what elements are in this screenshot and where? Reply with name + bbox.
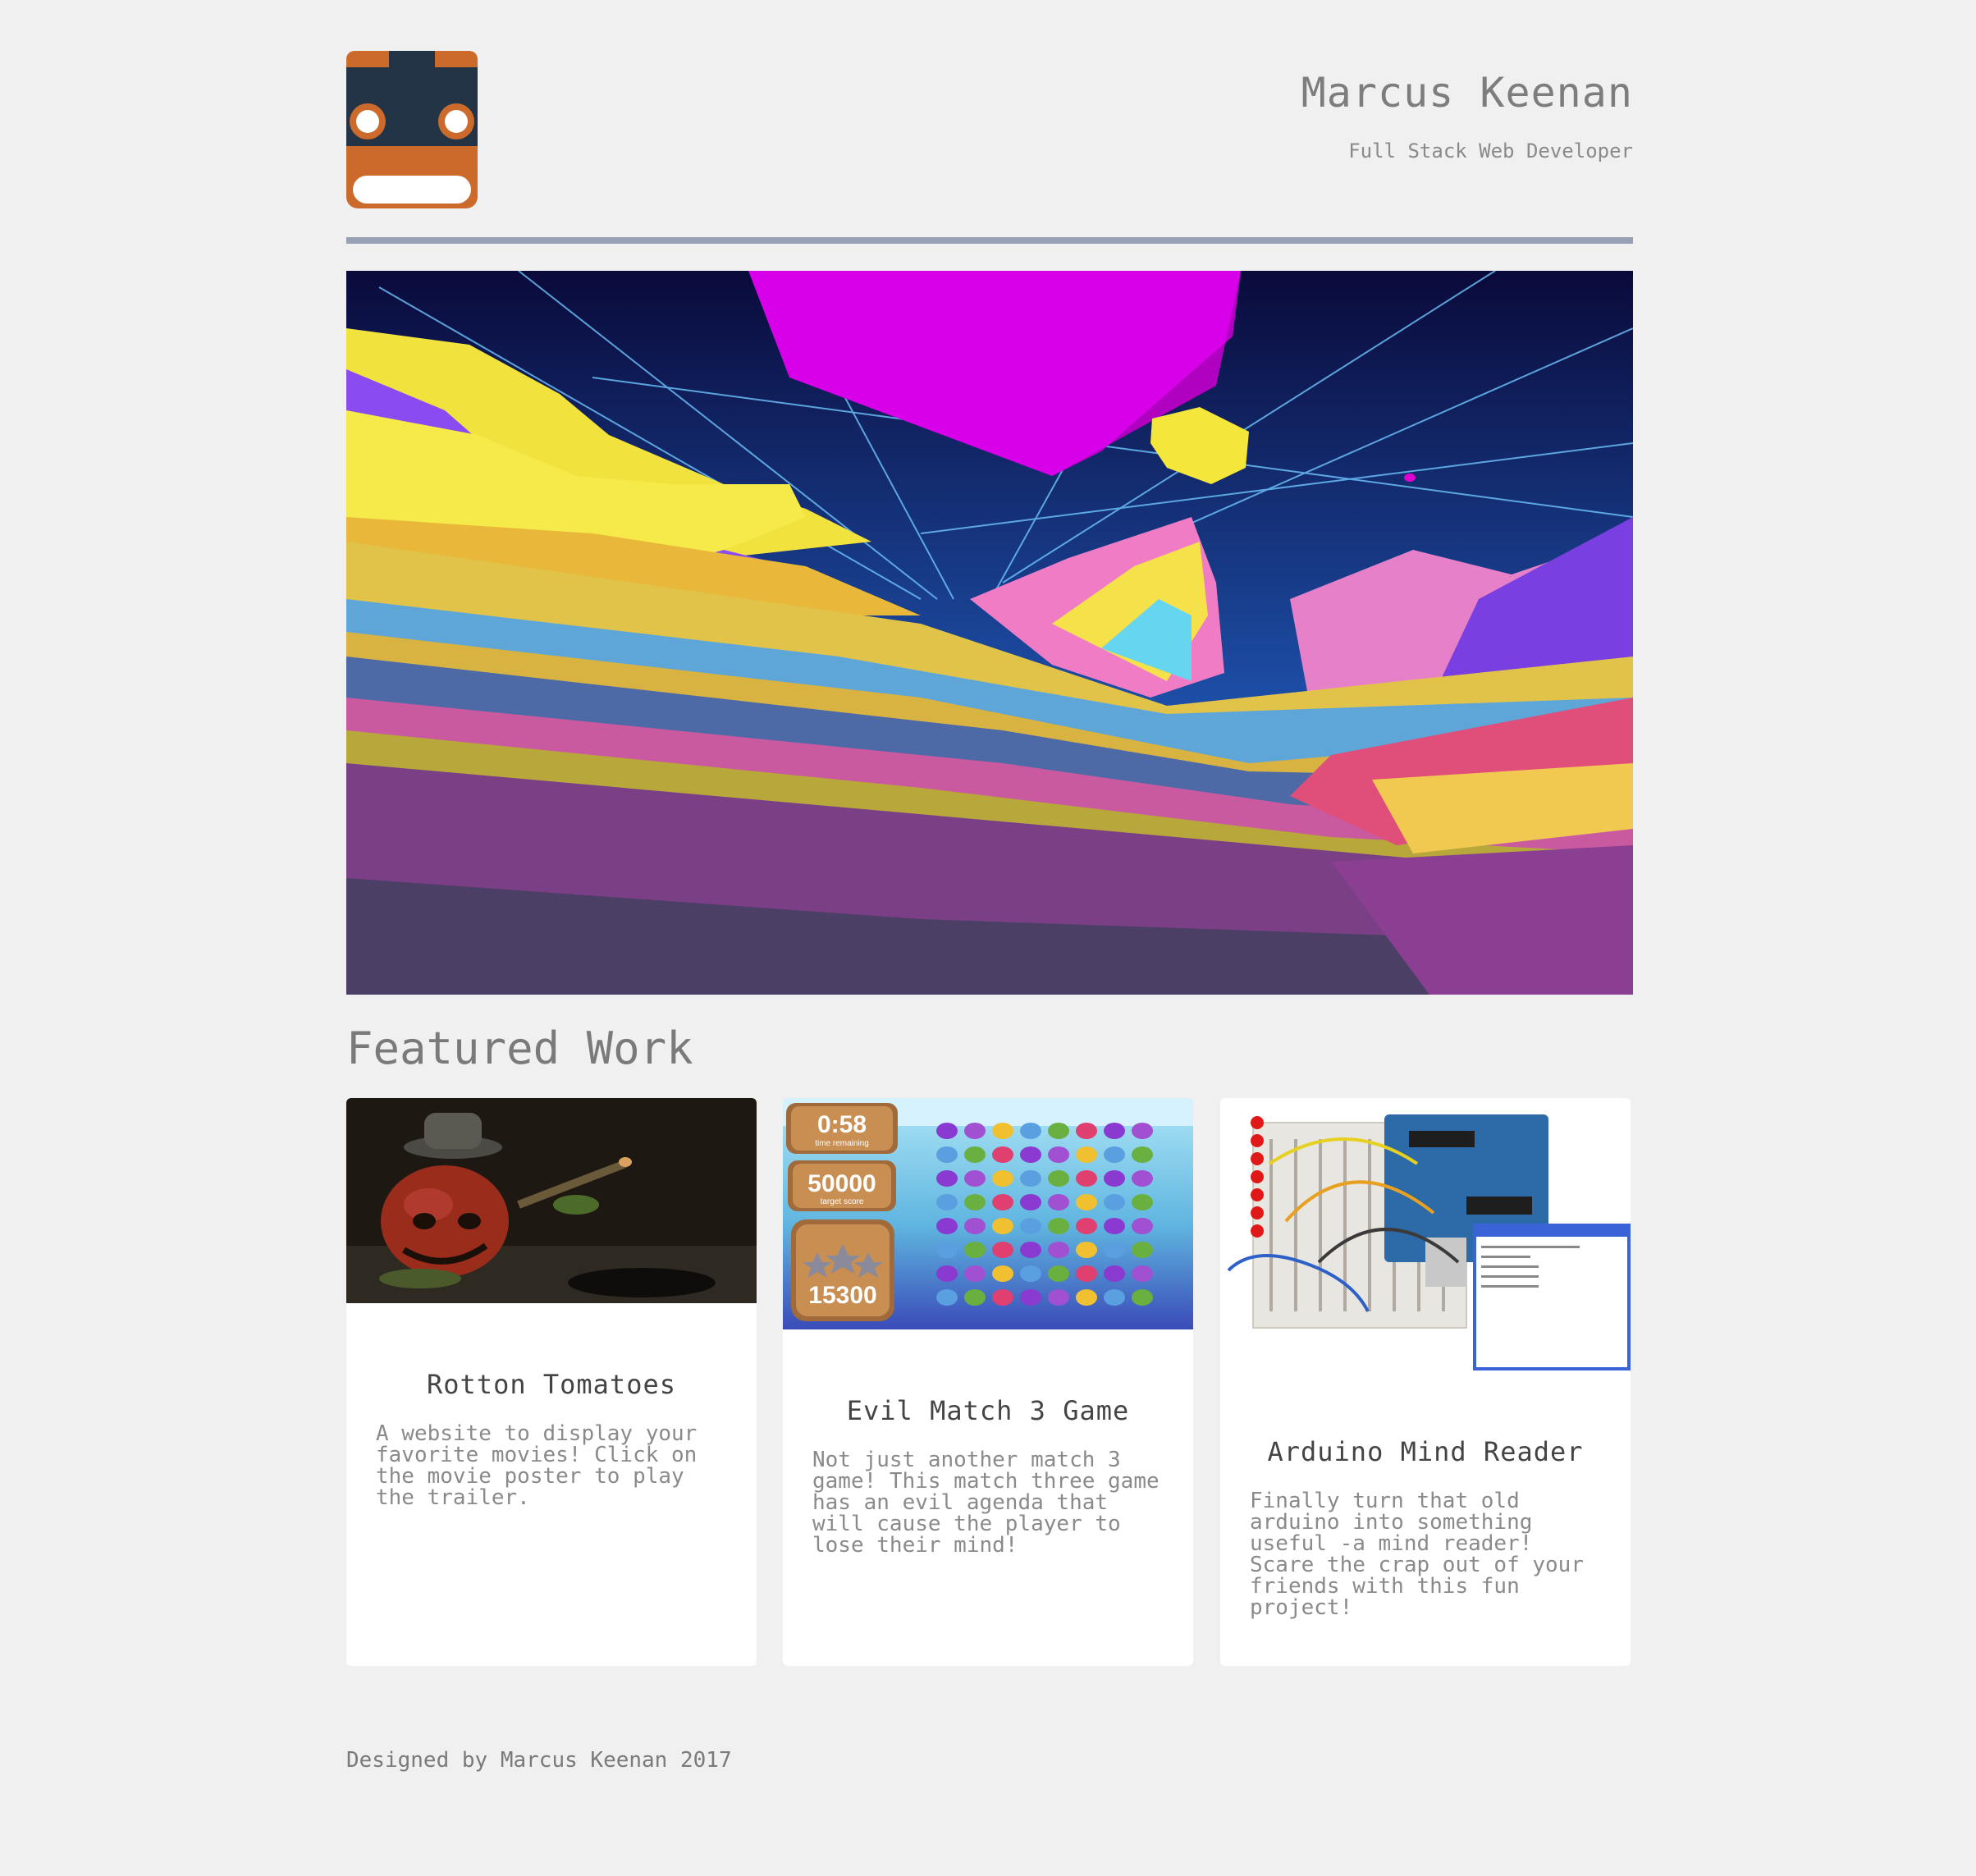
score-value: 15300 <box>808 1282 876 1309</box>
card-title[interactable]: Rotton Tomatoes <box>346 1369 757 1400</box>
project-card-arduino-mind-reader[interactable]: Arduino Mind Reader Finally turn that ol… <box>1220 1098 1631 1666</box>
header-divider <box>346 237 1633 244</box>
site-subtitle: Full Stack Web Developer <box>1348 140 1633 162</box>
project-card-rotton-tomatoes[interactable]: Rotton Tomatoes A website to display you… <box>346 1098 757 1666</box>
target-label: target score <box>821 1197 864 1206</box>
timer-label: time remaining <box>815 1139 869 1148</box>
arduino-breadboard-photo[interactable] <box>1220 1098 1631 1370</box>
card-title[interactable]: Evil Match 3 Game <box>783 1395 1193 1426</box>
card-title[interactable]: Arduino Mind Reader <box>1220 1436 1631 1467</box>
hero-image <box>346 271 1633 995</box>
target-value: 50000 <box>807 1170 876 1197</box>
site-title: Marcus Keenan <box>1301 69 1633 117</box>
timer-value: 0:58 <box>817 1111 867 1138</box>
card-description: Finally turn that old arduino into somet… <box>1250 1489 1584 1620</box>
footer-credit: Designed by Marcus Keenan 2017 <box>346 1748 732 1773</box>
project-card-evil-match-3[interactable]: 0:58 time remaining 50000 target score 1… <box>783 1098 1193 1666</box>
robot-logo-icon[interactable] <box>346 51 478 208</box>
card-description: Not just another match 3 game! This matc… <box>812 1448 1160 1558</box>
tomato-character-photo[interactable] <box>346 1098 757 1303</box>
card-description: A website to display your favorite movie… <box>376 1421 698 1510</box>
featured-work-heading: Featured Work <box>346 1023 693 1074</box>
fish-match-three-game[interactable]: 0:58 time remaining 50000 target score 1… <box>783 1098 1193 1329</box>
